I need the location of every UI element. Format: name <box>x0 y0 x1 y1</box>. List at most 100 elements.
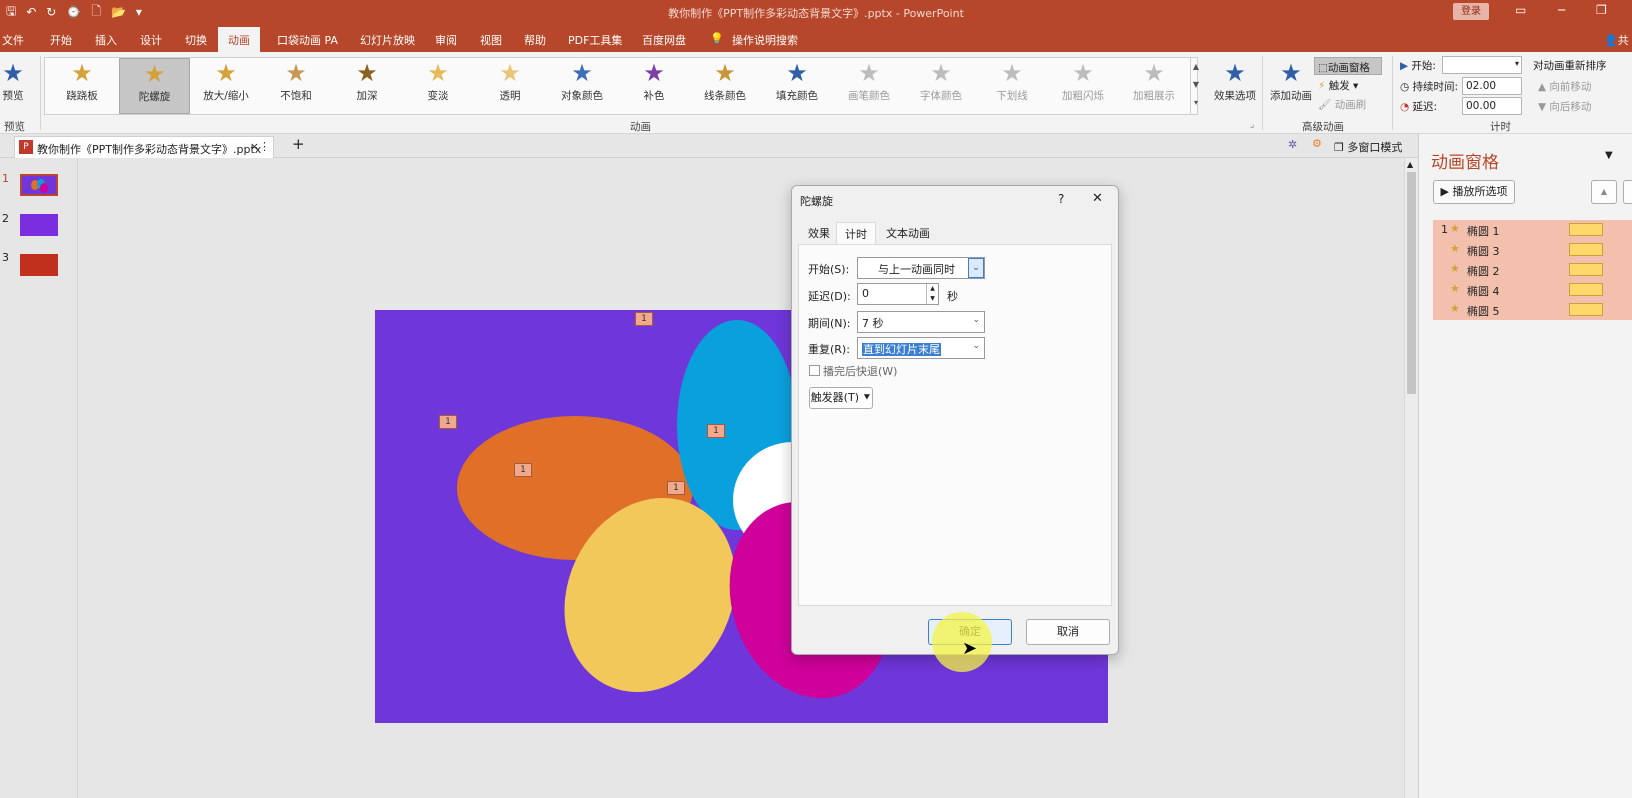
timeline-bar[interactable] <box>1569 243 1603 256</box>
preview-button[interactable]: ★ 预览 <box>0 58 26 114</box>
ribbon-display-icon[interactable]: ▭ <box>1515 3 1526 17</box>
tab-design[interactable]: 设计 <box>140 32 162 48</box>
list-item[interactable]: ★ 椭圆 5 <box>1433 300 1632 320</box>
gear-icon[interactable]: ⚙ <box>1312 137 1322 150</box>
timeline-bar[interactable] <box>1569 223 1603 236</box>
move-down-button[interactable]: ▼ <box>1623 180 1632 204</box>
list-item[interactable]: ★ 椭圆 4 <box>1433 280 1632 300</box>
effect-bold-flash[interactable]: ★ 加粗闪烁 <box>1050 58 1116 114</box>
tab-baidu-netdisk[interactable]: 百度网盘 <box>642 32 686 48</box>
effect-lighten[interactable]: ★ 变淡 <box>405 58 471 114</box>
effect-line-color[interactable]: ★ 线条颜色 <box>692 58 758 114</box>
rewind-checkbox[interactable] <box>809 365 820 376</box>
close-icon[interactable]: ✕ <box>1092 191 1103 206</box>
animation-tag[interactable]: 1 <box>635 312 653 326</box>
tool-icon[interactable]: ✲ <box>1288 138 1297 151</box>
desaturate-star-icon: ★ <box>285 59 307 87</box>
effect-object-color[interactable]: ★ 对象颜色 <box>549 58 615 114</box>
animation-tag[interactable]: 1 <box>667 481 685 495</box>
animation-tag[interactable]: 1 <box>439 415 457 429</box>
effect-brush-color[interactable]: ★ 画笔颜色 <box>836 58 902 114</box>
list-item[interactable]: 1 ★ 椭圆 1 <box>1433 220 1632 240</box>
scroll-thumb[interactable] <box>1407 172 1416 394</box>
dialog-launcher-icon[interactable]: ⌟ <box>1250 120 1254 130</box>
delay-input[interactable]: 0 ▲ ▼ <box>857 283 939 305</box>
cancel-button[interactable]: 取消 <box>1026 619 1110 645</box>
start-select[interactable]: ▾ <box>1442 56 1522 74</box>
timeline-bar[interactable] <box>1569 303 1603 316</box>
animation-pane-label: 动画窗格 <box>1327 62 1370 74</box>
add-animation-button[interactable]: ★ 添加动画 <box>1266 58 1316 114</box>
tab-pdf-tools[interactable]: PDF工具集 <box>568 32 622 48</box>
duration-select[interactable]: 7 秒 ⌄ <box>857 311 985 333</box>
tab-pocket-animation[interactable]: 口袋动画 PA <box>277 32 338 48</box>
tab-animations[interactable]: 动画 <box>218 27 260 52</box>
delay-input[interactable]: 00.00 <box>1462 97 1522 115</box>
effect-complementary[interactable]: ★ 补色 <box>621 58 687 114</box>
tab-help[interactable]: 帮助 <box>524 32 546 48</box>
animation-tag[interactable]: 1 <box>514 463 532 477</box>
effect-spin[interactable]: ★ 陀螺旋 <box>119 58 190 114</box>
tab-review[interactable]: 审阅 <box>435 32 457 48</box>
delay-value: 0 <box>862 287 869 300</box>
document-tab[interactable]: P 教你制作《PPT制作多彩动态背景文字》.pptx × ⋮ <box>14 136 274 158</box>
effect-font-color[interactable]: ★ 字体颜色 <box>908 58 974 114</box>
effect-desaturate[interactable]: ★ 不饱和 <box>263 58 329 114</box>
duration-input[interactable]: 02.00 <box>1462 77 1522 95</box>
add-tab-icon[interactable]: + <box>292 135 305 153</box>
effect-grow-shrink[interactable]: ★ 放大/缩小 <box>192 58 260 114</box>
tab-slideshow[interactable]: 幻灯片放映 <box>360 32 415 48</box>
minimize-icon[interactable]: ─ <box>1558 3 1565 17</box>
trigger-label: 触发 <box>1328 80 1350 92</box>
animation-painter-button[interactable]: 🖌 动画刷 <box>1318 97 1366 112</box>
timeline-bar[interactable] <box>1569 263 1603 276</box>
slide-thumbnail[interactable] <box>20 214 58 236</box>
repeat-select[interactable]: 直到幻灯片末尾 ⌄ <box>857 337 985 359</box>
effect-transparency[interactable]: ★ 透明 <box>477 58 543 114</box>
share-button[interactable]: 👤共 <box>1604 32 1629 48</box>
delay-spinner[interactable]: ▲ ▼ <box>926 284 938 304</box>
tab-insert[interactable]: 插入 <box>95 32 117 48</box>
list-item[interactable]: ★ 椭圆 2 <box>1433 260 1632 280</box>
multi-window-button[interactable]: ❐ 多窗口模式 <box>1334 139 1402 155</box>
tell-me-search[interactable]: 操作说明搜索 <box>732 32 798 48</box>
move-up-button[interactable]: ▲ <box>1591 180 1617 204</box>
tab-menu-icon[interactable]: ⋮ <box>259 140 270 153</box>
tab-text-animation[interactable]: 文本动画 <box>878 222 938 244</box>
pane-options-icon[interactable]: ▼ <box>1605 150 1613 161</box>
start-select[interactable]: 与上一动画同时 ⌄ <box>857 257 985 279</box>
scroll-up-icon[interactable]: ▲ <box>1407 160 1413 169</box>
effect-underline[interactable]: ★ 下划线 <box>979 58 1045 114</box>
login-button[interactable]: 登录 <box>1453 3 1489 20</box>
effect-fill-color[interactable]: ★ 填充颜色 <box>764 58 830 114</box>
effect-bold-reveal[interactable]: ★ 加粗展示 <box>1121 58 1187 114</box>
move-later-button[interactable]: ▼ 向后移动 <box>1538 99 1591 114</box>
timeline-bar[interactable] <box>1569 283 1603 296</box>
effect-seesaw[interactable]: ★ 跷跷板 <box>49 58 115 114</box>
close-tab-icon[interactable]: × <box>250 140 259 153</box>
darken-star-icon: ★ <box>356 59 378 87</box>
gallery-scroll[interactable]: ▲ ▼ ▾ <box>1190 58 1201 114</box>
tab-view[interactable]: 视图 <box>480 32 502 48</box>
tab-transitions[interactable]: 切换 <box>185 32 207 48</box>
tab-effect[interactable]: 效果 <box>800 222 838 244</box>
effect-darken[interactable]: ★ 加深 <box>334 58 400 114</box>
restore-icon[interactable]: ❐ <box>1596 3 1607 17</box>
tab-file[interactable]: 文件 <box>2 32 24 48</box>
slide-thumbnail[interactable] <box>20 254 58 276</box>
trigger-button[interactable]: ⚡ 触发 ▾ <box>1318 78 1358 93</box>
animation-tag[interactable]: 1 <box>707 424 725 438</box>
chevron-down-icon[interactable]: ⌄ <box>968 258 984 278</box>
slide-thumbnail[interactable] <box>20 174 58 196</box>
help-icon[interactable]: ? <box>1058 192 1064 206</box>
list-item[interactable]: ★ 椭圆 3 <box>1433 240 1632 260</box>
tab-timing[interactable]: 计时 <box>836 222 876 244</box>
animation-pane-button[interactable]: ⬚动画窗格 <box>1314 57 1382 75</box>
document-tab-label: 教你制作《PPT制作多彩动态背景文字》.pptx <box>37 143 262 156</box>
tab-home[interactable]: 开始 <box>50 32 72 48</box>
play-selected-button[interactable]: ▶ 播放所选项 <box>1433 180 1515 204</box>
effect-options-button[interactable]: ★ 效果选项 <box>1206 58 1264 114</box>
editor-scrollbar[interactable]: ▲ <box>1404 158 1418 798</box>
move-earlier-button[interactable]: ▲ 向前移动 <box>1538 79 1591 94</box>
trigger-button[interactable]: 触发器(T) ⯆ <box>809 387 873 409</box>
